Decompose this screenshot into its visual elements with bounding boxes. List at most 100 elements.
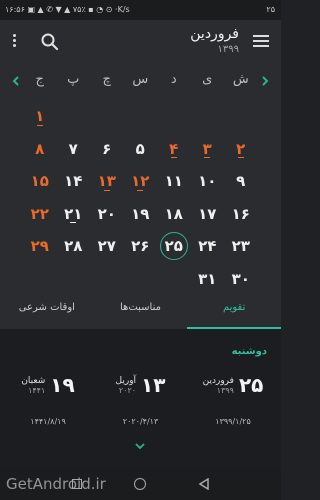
day-cell-today[interactable]: ۲۵ bbox=[157, 230, 191, 263]
home-icon[interactable] bbox=[134, 478, 146, 490]
event-mark bbox=[70, 222, 77, 223]
day-number: ۱۲ bbox=[131, 172, 150, 191]
day-number: ۲۸ bbox=[64, 237, 83, 256]
day-cell[interactable]: ۴ bbox=[157, 133, 191, 166]
day-cell[interactable]: ۹ bbox=[224, 165, 258, 198]
week-row: ۲۹ ۲۸ ۲۷ ۲۶ ۲۵ ۲۴ ۲۳ bbox=[23, 230, 258, 263]
day-cell[interactable]: ۲۰ bbox=[90, 198, 124, 231]
day-number: ۱۷ bbox=[198, 204, 217, 223]
date-day-number: ۱۳ bbox=[141, 373, 166, 397]
day-cell[interactable]: ۳ bbox=[191, 133, 225, 166]
weekday-name: دوشنبه bbox=[231, 346, 267, 357]
day-number: ۲۹ bbox=[30, 237, 49, 256]
day-number: ۸ bbox=[35, 139, 45, 158]
day-cell[interactable]: ۱۳ bbox=[90, 165, 124, 198]
day-number: ۶ bbox=[102, 139, 112, 158]
date-conversion[interactable]: ۱۳ آوریل ۲۰۲۰ ۲۰۲۰/۴/۱۳ bbox=[101, 373, 181, 426]
event-mark bbox=[103, 189, 110, 191]
date-full: ۱۴۴۱/۸/۱۹ bbox=[30, 417, 66, 426]
expand-chevron-icon[interactable] bbox=[134, 441, 146, 451]
day-cell[interactable]: ۱۵ bbox=[23, 165, 57, 198]
empty-cell bbox=[57, 100, 91, 133]
day-cell[interactable]: ۲۳ bbox=[224, 230, 258, 263]
weekday-label: س bbox=[132, 72, 149, 87]
weekday-label: ج bbox=[35, 72, 44, 87]
weekday-label: ش bbox=[232, 72, 249, 87]
day-number: ۱۹ bbox=[131, 204, 150, 223]
tab-bar: تقویم مناسبت‌ها اوقات شرعی bbox=[0, 286, 281, 329]
day-number: ۱۵ bbox=[30, 172, 49, 191]
day-cell[interactable]: ۱۴ bbox=[57, 165, 91, 198]
watermark: GetAndroid.ir bbox=[6, 475, 106, 493]
month-calendar: جپچسدیش ۱ ۸ ۷ ۶ ۵ ۴ ۳ ۲ ۱۵ ۱۴ ۱۳ ۱۲ ۱۱ ۱۰ ۹ ۲۲ ۲۱ ۲۰ ۱۹ ۱۸ ۱… bbox=[0, 64, 281, 288]
event-mark bbox=[36, 124, 43, 126]
day-cell[interactable]: ۲۷ bbox=[90, 230, 124, 263]
day-number: ۱۶ bbox=[231, 204, 250, 223]
overflow-menu-icon[interactable] bbox=[10, 34, 18, 50]
next-month-arrow-icon[interactable] bbox=[10, 75, 22, 87]
day-number: ۵ bbox=[135, 139, 145, 158]
day-cell[interactable]: ۲۱ bbox=[57, 198, 91, 231]
day-cell[interactable]: ۸ bbox=[23, 133, 57, 166]
month-year-title[interactable]: فروردین ۱۳۹۹ bbox=[190, 26, 239, 55]
hamburger-menu-icon[interactable] bbox=[253, 35, 269, 48]
tab-1[interactable]: مناسبت‌ها bbox=[94, 286, 188, 329]
day-cell[interactable]: ۲۶ bbox=[124, 230, 158, 263]
tab-2[interactable]: اوقات شرعی bbox=[0, 286, 94, 329]
date-day-number: ۱۹ bbox=[50, 373, 75, 397]
system-nav-bar: GetAndroid.ir bbox=[0, 469, 281, 500]
day-number: ۱۴ bbox=[64, 172, 83, 191]
empty-cell bbox=[124, 100, 158, 133]
day-cell[interactable]: ۱۸ bbox=[157, 198, 191, 231]
day-cell[interactable]: ۷ bbox=[57, 133, 91, 166]
weekday-label: پ bbox=[67, 72, 80, 87]
day-cell[interactable]: ۲۴ bbox=[191, 230, 225, 263]
date-month: آوریل bbox=[115, 375, 137, 386]
day-number: ۱۳ bbox=[97, 172, 116, 191]
day-grid: ۱ ۸ ۷ ۶ ۵ ۴ ۳ ۲ ۱۵ ۱۴ ۱۳ ۱۲ ۱۱ ۱۰ ۹ ۲۲ ۲۱ ۲۰ ۱۹ ۱۸ ۱۷ ۱۶ ۲۹ ۲۸ ۲… bbox=[23, 100, 258, 295]
day-cell[interactable]: ۶ bbox=[90, 133, 124, 166]
date-conversion[interactable]: ۲۵ فروردین ۱۳۹۹ ۱۳۹۹/۱/۲۵ bbox=[193, 373, 273, 426]
week-row: ۱۵ ۱۴ ۱۳ ۱۲ ۱۱ ۱۰ ۹ bbox=[23, 165, 258, 198]
tab-0[interactable]: تقویم bbox=[187, 286, 281, 329]
day-number: ۲۶ bbox=[131, 237, 150, 256]
date-month: فروردین bbox=[202, 375, 234, 386]
day-cell[interactable]: ۱۰ bbox=[191, 165, 225, 198]
day-cell[interactable]: ۲۹ bbox=[23, 230, 57, 263]
prev-month-arrow-icon[interactable] bbox=[259, 75, 271, 87]
day-cell[interactable]: ۱۱ bbox=[157, 165, 191, 198]
event-mark bbox=[204, 157, 211, 158]
weekday-label: چ bbox=[102, 72, 111, 87]
day-number: ۱۸ bbox=[164, 204, 183, 223]
day-number: ۲۴ bbox=[198, 237, 217, 256]
date-info-panel: دوشنبه ۲۵ فروردین ۱۳۹۹ ۱۳۹۹/۱/۲۵ ۱۳ آوریل ۲۰۲۰… bbox=[0, 329, 281, 469]
day-cell[interactable]: ۱۶ bbox=[224, 198, 258, 231]
day-number: ۴ bbox=[169, 139, 179, 158]
day-cell[interactable]: ۱۲ bbox=[124, 165, 158, 198]
day-cell[interactable]: ۱ bbox=[23, 100, 57, 133]
day-number: ۲۲ bbox=[30, 204, 49, 223]
day-number: ۱۰ bbox=[198, 172, 217, 191]
date-conversion[interactable]: ۱۹ شعبان ۱۴۴۱ ۱۴۴۱/۸/۱۹ bbox=[8, 373, 88, 426]
date-year: ۱۴۴۱ bbox=[28, 385, 46, 395]
back-icon[interactable] bbox=[198, 478, 210, 490]
date-conversions: ۲۵ فروردین ۱۳۹۹ ۱۳۹۹/۱/۲۵ ۱۳ آوریل ۲۰۲۰ ۲۰۲۰/۴/… bbox=[8, 373, 273, 426]
day-number: ۱ bbox=[35, 107, 45, 126]
day-cell[interactable]: ۱۹ bbox=[124, 198, 158, 231]
event-mark bbox=[137, 189, 144, 191]
status-bar: ۱۶:۵۶ ▣ ▲ ✆ ▼ ▲ ۷۵٪ ▪ ◔ ⊙ ·K/s ۲۵ bbox=[0, 0, 281, 20]
date-full: ۱۳۹۹/۱/۲۵ bbox=[215, 417, 251, 426]
week-row: ۱ bbox=[23, 100, 258, 133]
weekday-label: ی bbox=[202, 72, 213, 87]
day-cell[interactable]: ۱۷ bbox=[191, 198, 225, 231]
day-cell[interactable]: ۲۲ bbox=[23, 198, 57, 231]
day-number: ۲۱ bbox=[64, 204, 83, 223]
day-cell[interactable]: ۲ bbox=[224, 133, 258, 166]
month-title: فروردین bbox=[190, 26, 239, 42]
day-number: ۲۰ bbox=[97, 204, 116, 223]
day-cell[interactable]: ۲۸ bbox=[57, 230, 91, 263]
date-year: ۱۳۹۹ bbox=[216, 385, 234, 395]
year-title: ۱۳۹۹ bbox=[217, 44, 239, 55]
day-cell[interactable]: ۵ bbox=[124, 133, 158, 166]
search-icon[interactable] bbox=[40, 32, 60, 52]
